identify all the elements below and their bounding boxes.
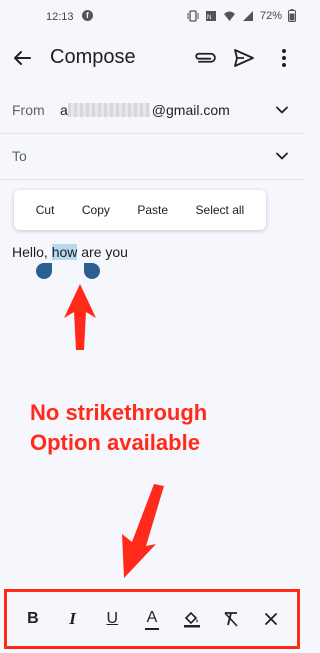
vibrate-icon	[187, 9, 199, 22]
select-all-menu-item[interactable]: Select all	[196, 203, 245, 217]
selection-handle-start[interactable]	[36, 263, 52, 279]
to-field[interactable]: To	[0, 134, 304, 180]
redacted-block	[67, 103, 150, 117]
battery-percent: 72%	[259, 9, 282, 22]
from-prefix: a	[60, 102, 68, 118]
email-body[interactable]: Hello, how are you	[12, 244, 128, 260]
copy-menu-item[interactable]: Copy	[82, 203, 110, 217]
body-text-after: are you	[77, 244, 128, 260]
cut-menu-item[interactable]: Cut	[36, 203, 55, 217]
battery-icon	[288, 9, 296, 22]
status-icons: N 72%	[187, 9, 296, 22]
to-label: To	[12, 148, 27, 164]
bold-icon: B	[27, 610, 39, 627]
close-icon	[265, 613, 277, 625]
selected-text[interactable]: how	[51, 244, 78, 260]
send-icon[interactable]	[232, 46, 256, 70]
app-bar: Compose	[0, 36, 304, 80]
from-label: From	[12, 102, 45, 118]
highlight-color-button[interactable]	[180, 607, 204, 631]
svg-text:N: N	[207, 15, 211, 21]
annotation-line-2: Option available	[30, 430, 200, 455]
facebook-icon: f	[82, 10, 93, 21]
italic-icon: I	[69, 609, 76, 628]
text-selection-menu: Cut Copy Paste Select all	[14, 190, 266, 230]
from-address[interactable]: a @gmail.com	[60, 102, 230, 118]
chevron-down-icon[interactable]	[274, 148, 290, 164]
attachment-icon[interactable]	[192, 46, 216, 70]
clear-format-icon	[224, 612, 238, 627]
bold-button[interactable]: B	[21, 607, 45, 631]
close-toolbar-button[interactable]	[259, 607, 283, 631]
color-underline	[144, 627, 159, 630]
status-bar: 12:13 f N 72%	[0, 0, 304, 34]
annotation-arrow-down	[122, 484, 164, 578]
annotation-line-1: No strikethrough	[30, 400, 208, 425]
more-vert-icon[interactable]	[272, 46, 296, 70]
page-title: Compose	[50, 46, 136, 68]
text-color-button[interactable]: A	[140, 607, 164, 631]
chevron-down-icon[interactable]	[274, 102, 290, 118]
back-arrow-icon[interactable]	[10, 46, 34, 70]
fill-color-icon	[183, 611, 200, 628]
body-text-before: Hello,	[12, 244, 52, 260]
underline-button[interactable]: U	[100, 607, 124, 631]
signal-icon	[242, 10, 253, 21]
nfc-icon: N	[205, 10, 216, 21]
annotation-arrow-up	[64, 284, 96, 350]
clear-formatting-button[interactable]	[219, 607, 243, 631]
italic-button[interactable]: I	[61, 607, 85, 631]
formatting-toolbar: B I U A	[4, 589, 300, 649]
selection-handle-end[interactable]	[84, 263, 100, 279]
wifi-icon	[223, 11, 235, 21]
from-field[interactable]: From a @gmail.com	[0, 88, 304, 134]
text-color-glyph: A	[146, 608, 158, 626]
text-color-icon: A	[144, 608, 159, 630]
annotation-text: No strikethrough Option available	[30, 398, 290, 458]
paste-menu-item[interactable]: Paste	[137, 203, 168, 217]
from-domain: @gmail.com	[151, 102, 230, 118]
underline-icon: U	[106, 610, 119, 627]
status-time: 12:13	[46, 11, 74, 23]
